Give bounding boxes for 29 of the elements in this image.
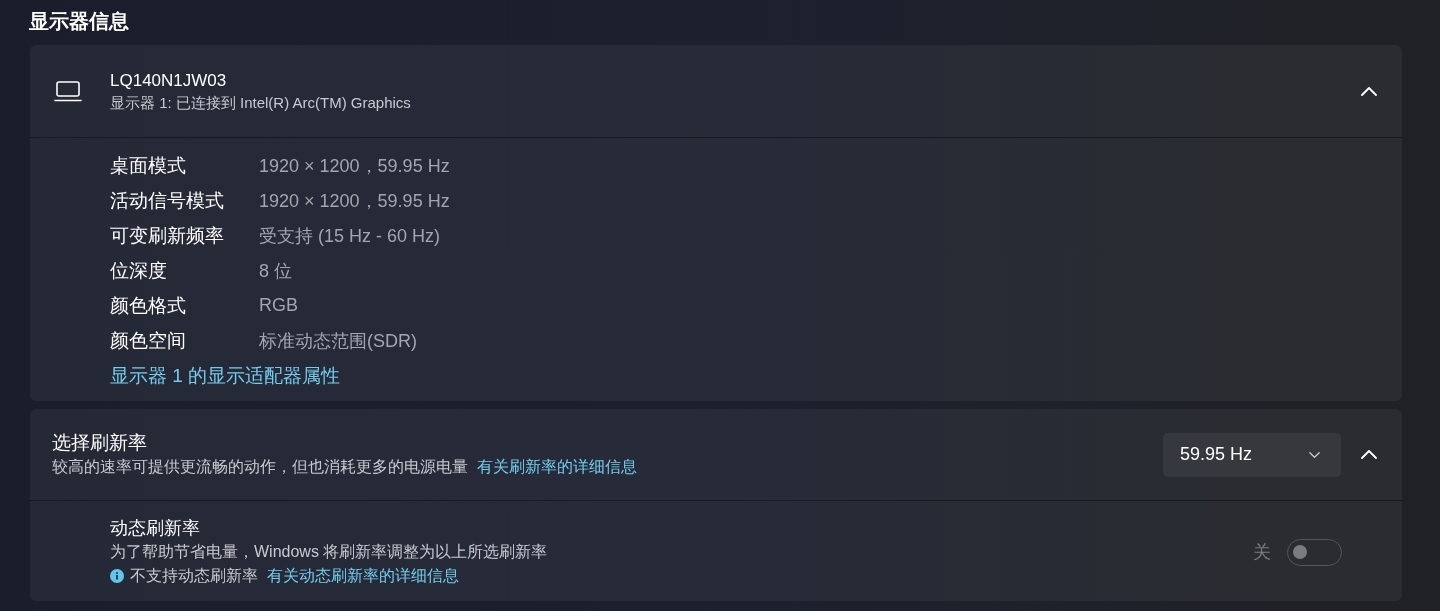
property-value: 受支持 (15 Hz - 60 Hz) xyxy=(259,224,441,248)
property-label: 颜色空间 xyxy=(110,328,187,353)
chevron-up-icon xyxy=(1361,86,1377,96)
unsupported-notice: 不支持动态刷新率 xyxy=(130,566,258,586)
toggle-state-label: 关 xyxy=(1253,541,1271,564)
dynamic-refresh-description: 为了帮助节省电量，Windows 将刷新率调整为以上所选刷新率 xyxy=(110,542,548,562)
laptop-icon xyxy=(54,80,82,102)
chevron-up-icon xyxy=(1361,450,1377,459)
refresh-rate-info-link[interactable]: 有关刷新率的详细信息 xyxy=(477,455,637,479)
property-label: 桌面模式 xyxy=(110,153,187,178)
info-icon xyxy=(110,569,124,583)
display-connection: 显示器 1: 已连接到 Intel(R) Arc(TM) Graphics xyxy=(110,93,411,113)
adapter-properties-link[interactable]: 显示器 1 的显示适配器属性 xyxy=(110,358,341,393)
property-label: 颜色格式 xyxy=(110,293,187,318)
property-label: 活动信号模式 xyxy=(110,188,225,213)
property-value: 1920 × 1200，59.95 Hz xyxy=(259,189,450,213)
chevron-down-icon xyxy=(1309,451,1320,458)
property-value: 标准动态范围(SDR) xyxy=(259,329,417,353)
dynamic-refresh-title: 动态刷新率 xyxy=(110,517,200,540)
property-label: 位深度 xyxy=(110,258,168,283)
refresh-rate-title: 选择刷新率 xyxy=(52,431,147,455)
property-label: 可变刷新频率 xyxy=(110,223,225,248)
property-value: 8 位 xyxy=(259,259,292,283)
property-value: RGB xyxy=(259,295,298,316)
refresh-rate-description: 较高的速率可提供更流畅的动作，但也消耗更多的电源电量 xyxy=(52,457,468,477)
refresh-rate-dropdown[interactable]: 59.95 Hz xyxy=(1163,432,1341,477)
section-title: 显示器信息 xyxy=(29,9,129,34)
property-value: 1920 × 1200，59.95 Hz xyxy=(259,154,450,178)
display-name: LQ140N1JW03 xyxy=(110,70,227,92)
